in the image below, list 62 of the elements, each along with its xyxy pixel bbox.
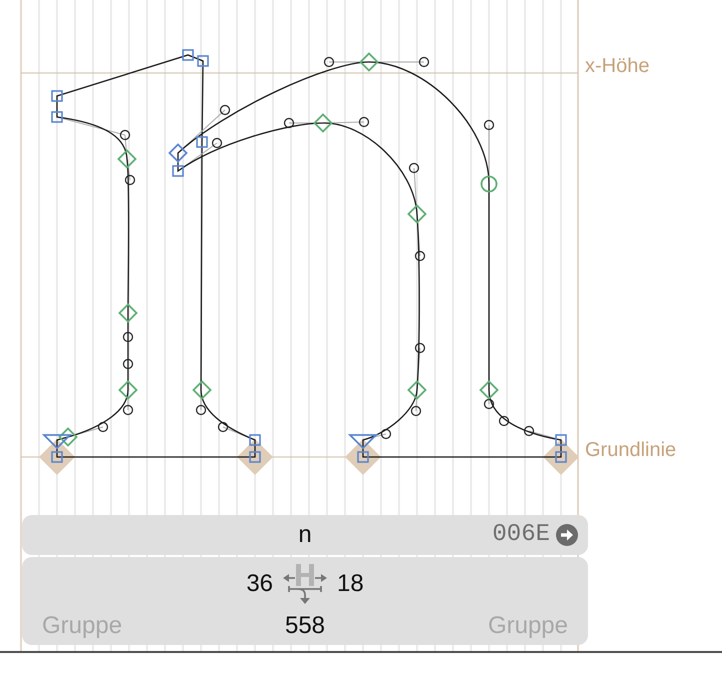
handle-point-icon[interactable] xyxy=(122,358,134,370)
handle-point-icon[interactable] xyxy=(498,416,510,426)
smooth-node-icon[interactable] xyxy=(407,380,427,400)
corner-node-icon[interactable] xyxy=(197,55,209,67)
handle-point-icon[interactable] xyxy=(218,422,228,432)
smooth-node-icon[interactable] xyxy=(192,380,212,400)
metric-marker-icon xyxy=(39,439,75,475)
handle-point-icon[interactable] xyxy=(122,404,134,416)
smooth-node-icon[interactable] xyxy=(407,204,427,224)
start-point-icon[interactable] xyxy=(42,434,72,450)
handle-point-icon[interactable] xyxy=(414,250,426,262)
handle-point-icon[interactable] xyxy=(358,116,370,128)
handle-point-icon[interactable] xyxy=(98,422,108,432)
baseline-label: Grundlinie xyxy=(585,438,676,462)
width-field[interactable]: 558 xyxy=(284,612,326,640)
curve-node-icon[interactable] xyxy=(480,176,498,192)
corner-node-icon[interactable] xyxy=(555,434,567,446)
handle-point-icon[interactable] xyxy=(124,174,136,186)
metric-marker-icon xyxy=(237,439,273,475)
smooth-node-icon[interactable] xyxy=(117,149,137,169)
handle-point-icon[interactable] xyxy=(212,138,222,148)
smooth-node-icon[interactable] xyxy=(58,427,78,447)
corner-node-icon[interactable] xyxy=(357,451,369,463)
smooth-node-icon[interactable] xyxy=(359,52,379,72)
smooth-node-icon[interactable] xyxy=(479,380,499,400)
handle-point-icon[interactable] xyxy=(524,426,534,436)
smooth-node-icon[interactable] xyxy=(118,303,138,323)
handle-point-icon[interactable] xyxy=(408,162,420,174)
start-point-icon[interactable] xyxy=(348,434,378,450)
left-sidebearing-field[interactable]: 36 xyxy=(246,570,273,598)
handle-point-icon[interactable] xyxy=(484,398,494,410)
smooth-node-icon[interactable] xyxy=(118,380,138,400)
arrow-circle-icon[interactable] xyxy=(556,524,578,546)
right-sidebearing-field[interactable]: 18 xyxy=(337,570,364,598)
x-height-label: x-Höhe xyxy=(585,54,650,78)
handle-point-icon[interactable] xyxy=(418,56,430,68)
glyph-name: n xyxy=(298,521,312,549)
unicode-value: 006E xyxy=(492,521,550,549)
handle-point-icon[interactable] xyxy=(380,428,392,440)
metric-marker-icon xyxy=(345,439,381,475)
corner-node-icon[interactable] xyxy=(196,136,208,148)
corner-node-icon[interactable] xyxy=(249,451,261,463)
diamond-node-icon[interactable] xyxy=(168,143,188,163)
spacing-icon xyxy=(283,562,327,606)
corner-node-icon[interactable] xyxy=(182,49,194,61)
metric-marker-icon xyxy=(543,439,579,475)
corner-node-icon[interactable] xyxy=(51,451,63,463)
handle-point-icon[interactable] xyxy=(122,332,134,342)
corner-node-icon[interactable] xyxy=(249,434,261,446)
corner-node-icon[interactable] xyxy=(555,451,567,463)
corner-node-icon[interactable] xyxy=(51,90,63,102)
handle-point-icon[interactable] xyxy=(220,104,230,116)
handle-point-icon[interactable] xyxy=(484,120,494,130)
handle-point-icon[interactable] xyxy=(284,118,294,128)
handle-point-icon[interactable] xyxy=(410,406,422,416)
handle-point-icon[interactable] xyxy=(120,130,130,140)
handle-point-icon[interactable] xyxy=(196,404,206,416)
handle-point-icon[interactable] xyxy=(414,342,426,354)
corner-node-icon[interactable] xyxy=(51,111,63,123)
smooth-node-icon[interactable] xyxy=(313,113,333,133)
handle-point-icon[interactable] xyxy=(324,56,334,68)
corner-node-icon[interactable] xyxy=(172,165,184,177)
